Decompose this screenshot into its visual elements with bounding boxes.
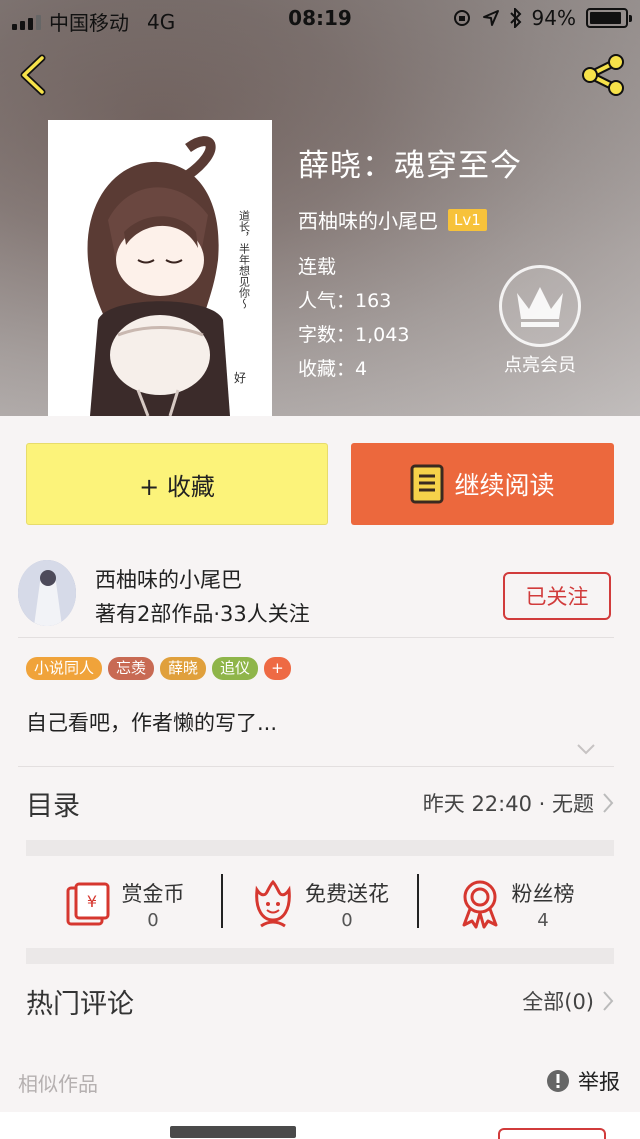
vip-label: 点亮会员	[504, 355, 576, 376]
fan-ranking-label: 粉丝榜	[511, 881, 575, 906]
medal-icon	[462, 880, 497, 929]
cover-illustration: 道长，半年想见你～ 好	[48, 120, 272, 416]
book-cover[interactable]: 道长，半年想见你～ 好	[48, 120, 272, 416]
svg-text:好: 好	[234, 371, 246, 385]
status-bar: 中国移动 4G 08:19 94%	[0, 0, 640, 36]
bluetooth-icon	[509, 8, 521, 28]
divider	[18, 637, 614, 638]
share-button[interactable]	[578, 50, 628, 100]
tag-novel-fanfic[interactable]: 小说同人	[26, 657, 103, 680]
word-count: 字数：1,043	[298, 324, 410, 346]
coin-reward-button[interactable]: ¥ 赏金币 0	[26, 862, 222, 946]
avatar[interactable]	[18, 560, 76, 626]
catalog-title: 目录	[26, 790, 80, 822]
coin-reward-label: 赏金币	[121, 881, 185, 906]
similar-item-button[interactable]	[498, 1128, 606, 1139]
chevron-right-icon	[603, 793, 614, 813]
chevron-left-icon	[20, 54, 46, 96]
continue-reading-label: 继续阅读	[454, 471, 555, 500]
tag-list: 小说同人 忘羡 薛晓 追仪 +	[26, 657, 291, 680]
report-button[interactable]: 举报	[546, 1066, 620, 1096]
orientation-lock-icon	[453, 10, 470, 26]
section-separator	[26, 948, 614, 964]
similar-item-title[interactable]	[170, 1126, 296, 1138]
cover-handwriting: 道长，半年想见你～	[238, 209, 251, 309]
report-label: 举报	[578, 1070, 620, 1094]
expand-summary-button[interactable]	[576, 740, 596, 759]
chevron-down-icon	[577, 744, 595, 755]
chevron-right-icon	[603, 991, 614, 1011]
divider	[417, 874, 419, 928]
continue-reading-button[interactable]: 继续阅读	[351, 443, 614, 525]
add-tag-button[interactable]: +	[264, 657, 291, 680]
section-separator	[26, 840, 614, 856]
send-flower-button[interactable]: 免费送花 0	[222, 862, 418, 946]
add-favorite-button[interactable]: + 收藏	[26, 443, 328, 525]
coin-reward-count: 0	[147, 909, 159, 931]
favorite-count: 收藏：4	[298, 358, 368, 380]
share-icon	[582, 54, 624, 96]
all-comments-count: 全部(0)	[522, 990, 594, 1014]
back-button[interactable]	[14, 52, 54, 98]
author-card[interactable]: 西柚味的小尾巴 著有2部作品·33人关注 已关注	[0, 552, 640, 636]
author-stats: 著有2部作品·33人关注	[95, 602, 310, 626]
battery-icon	[586, 8, 632, 28]
alert-icon	[547, 1070, 569, 1092]
popularity: 人气：163	[298, 290, 392, 312]
location-icon	[482, 10, 499, 26]
svg-text:¥: ¥	[86, 892, 96, 911]
tag-wangxian[interactable]: 忘羡	[108, 657, 155, 680]
fan-ranking-button[interactable]: 粉丝榜 4	[418, 862, 614, 946]
battery-percent: 94%	[531, 6, 576, 30]
crown-icon	[517, 287, 563, 327]
similar-works-list	[0, 1112, 640, 1139]
divider	[221, 874, 223, 928]
book-info: 薛晓：魂穿至今 西柚味的小尾巴 Lv1 连载 人气：163 字数：1,043 收…	[298, 140, 522, 386]
hot-comments-row[interactable]: 热门评论 全部(0)	[26, 978, 614, 1024]
fan-ranking-count: 4	[537, 909, 549, 931]
similar-works-title: 相似作品	[18, 1072, 98, 1096]
divider	[18, 766, 614, 767]
author-name: 西柚味的小尾巴	[95, 568, 242, 592]
send-flower-label: 免费送花	[305, 881, 389, 906]
book-icon	[410, 464, 444, 504]
catalog-row[interactable]: 目录 昨天 22:40 · 无题	[26, 780, 614, 826]
hot-comments-title: 热门评论	[26, 988, 134, 1020]
serial-status: 连载	[298, 256, 337, 278]
vip-button[interactable]: 点亮会员	[492, 265, 588, 377]
flower-icon	[255, 880, 291, 928]
level-badge: Lv1	[448, 208, 487, 231]
tag-zhuiyi[interactable]: 追仪	[212, 657, 259, 680]
reward-bar: ¥ 赏金币 0 免费送花 0 粉丝榜 4	[26, 862, 614, 946]
book-summary: 自己看吧，作者懒的写了...	[26, 711, 278, 735]
book-author[interactable]: 西柚味的小尾巴	[298, 205, 438, 234]
tag-xuexiao[interactable]: 薛晓	[160, 657, 207, 680]
book-title: 薛晓：魂穿至今	[298, 148, 522, 184]
latest-chapter: 昨天 22:40 · 无题	[422, 792, 594, 816]
follow-button[interactable]: 已关注	[503, 572, 611, 620]
red-envelope-icon: ¥	[66, 882, 109, 926]
send-flower-count: 0	[341, 909, 353, 931]
